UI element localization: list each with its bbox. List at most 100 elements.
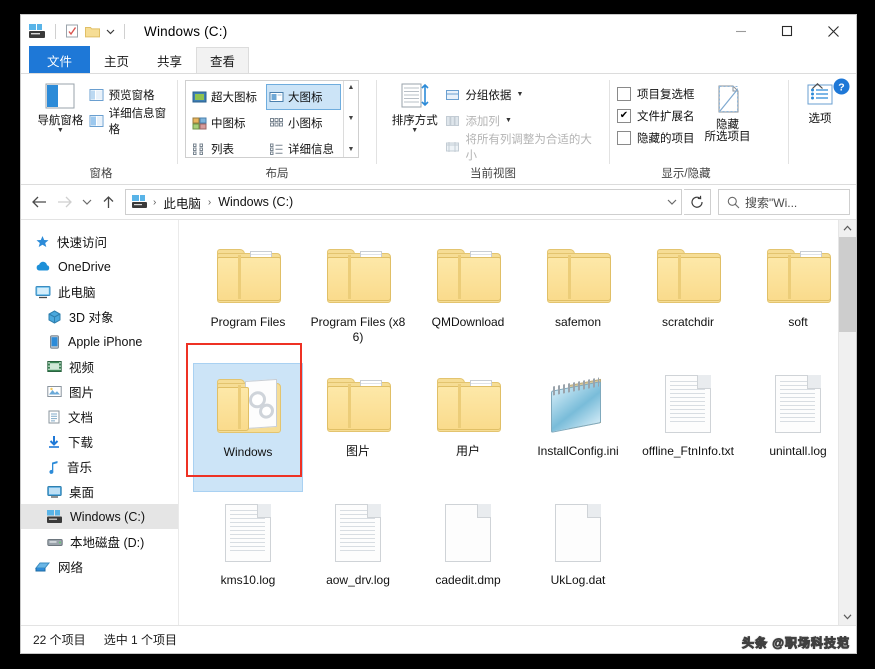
gallery-expand-icon[interactable]: ▼ [348,146,355,154]
file-extensions-checkbox[interactable]: ✔ [617,109,631,123]
sidebar-item-desktop[interactable]: 桌面 [21,479,178,504]
tab-file[interactable]: 文件 [29,46,91,73]
up-button[interactable] [96,189,121,215]
refresh-button[interactable] [684,189,711,215]
navigation-pane-caret-icon[interactable]: ▼ [57,127,64,134]
tab-home[interactable]: 主页 [90,47,143,73]
layout-small-icons[interactable]: 小图标 [266,110,341,136]
add-columns-button[interactable]: 添加列 ▼ [445,110,602,131]
group-by-caret-icon[interactable]: ▼ [516,91,523,98]
sidebar-item-quick-access[interactable]: 快速访问 [21,229,178,254]
breadcrumb[interactable]: › 此电脑 › Windows (C:) [125,189,682,215]
file-item-users-folder[interactable]: 用户 [413,363,523,492]
recent-locations-button[interactable] [77,189,96,215]
layout-details[interactable]: 详细信息 [266,136,341,162]
sidebar-item-apple-iphone[interactable]: Apple iPhone [21,329,178,354]
sidebar-item-this-pc[interactable]: 此电脑 [21,279,178,304]
options-group-label [789,167,851,184]
sidebar-item-downloads[interactable]: 下载 [21,429,178,454]
vertical-scrollbar[interactable] [838,220,856,625]
scroll-up-icon[interactable] [839,220,856,237]
breadcrumb-separator-1[interactable]: › [148,197,161,208]
file-item-program-files[interactable]: Program Files [193,234,303,363]
hide-selected-items-label-2: 所选项目 [704,131,751,143]
scroll-down-icon[interactable] [839,608,856,625]
sidebar-item-music[interactable]: 音乐 [21,454,178,479]
file-item-qmdownload[interactable]: QMDownload [413,234,523,363]
file-item-aow-drv-log[interactable]: aow_drv.log [303,492,413,621]
tab-share[interactable]: 共享 [143,47,196,73]
sidebar-item-videos[interactable]: 视频 [21,354,178,379]
gallery-scroll-down-icon[interactable]: ▼ [348,115,355,123]
file-item-soft[interactable]: soft [743,234,853,363]
sidebar-item-onedrive[interactable]: OneDrive [21,254,178,279]
properties-icon[interactable] [65,24,79,38]
sidebar-item-windows-c[interactable]: Windows (C:) [21,504,178,529]
layout-list[interactable]: 列表 [189,136,264,162]
file-item-pictures-folder[interactable]: 图片 [303,363,413,492]
hidden-items-checkbox[interactable] [617,131,631,145]
file-item-offline-ftninfo-txt[interactable]: offline_FtnInfo.txt [633,363,743,492]
maximize-button[interactable] [764,15,810,47]
hide-selected-items-button[interactable]: 隐藏 所选项目 [695,80,761,143]
file-item-uklog-dat[interactable]: UkLog.dat [523,492,633,621]
help-icon[interactable]: ? [833,78,850,95]
layout-small-icons-label: 小图标 [288,118,323,130]
file-item-safemon[interactable]: safemon [523,234,633,363]
gallery-scroll-up-icon[interactable]: ▲ [348,84,355,92]
customize-qat-caret-icon[interactable] [106,27,115,36]
sort-by-caret-icon[interactable]: ▼ [411,127,418,134]
layout-gallery-scroll[interactable]: ▲ ▼ ▼ [343,81,358,157]
preview-pane-button[interactable]: 预览窗格 [89,84,170,105]
folder-filled-icon [217,238,281,312]
ribbon-group-panes: 导航窗格 ▼ 预览窗格 详细信息窗格 窗格 [25,74,177,184]
minimize-button[interactable] [718,15,764,47]
file-list-area[interactable]: Program Files Program Files (x86) QMDown… [179,220,856,625]
layout-medium-icons[interactable]: 中图标 [189,110,264,136]
add-columns-caret-icon[interactable]: ▼ [505,117,512,124]
file-item-windows[interactable]: Windows [193,363,303,492]
back-button[interactable] [27,189,52,215]
explorer-icon[interactable] [29,23,46,39]
folder-filled-icon [767,238,831,312]
item-checkboxes-checkbox[interactable] [617,87,631,101]
forward-button[interactable] [52,189,77,215]
sort-by-button[interactable]: 排序方式 ▼ [384,80,445,134]
item-checkboxes-option[interactable]: 项目复选框 [617,86,695,102]
sidebar-item-local-disk-d[interactable]: 本地磁盘 (D:) [21,529,178,554]
file-item-kms10-log[interactable]: kms10.log [193,492,303,621]
scrollbar-thumb[interactable] [839,237,856,332]
file-item-installconfig-ini[interactable]: InstallConfig.ini [523,363,633,492]
search-box[interactable]: 搜索"Wi... [718,189,850,215]
file-extensions-option[interactable]: ✔ 文件扩展名 [617,108,695,124]
layout-extra-large-icons[interactable]: 超大图标 [189,84,264,110]
sidebar-item-network[interactable]: 网络 [21,554,178,579]
size-all-columns-button[interactable]: 将所有列调整为合适的大小 [445,134,602,162]
details-pane-button[interactable]: 详细信息窗格 [89,108,170,136]
breadcrumb-separator-2[interactable]: › [203,197,216,208]
layout-large-icons[interactable]: 大图标 [266,84,341,110]
close-button[interactable] [810,15,856,47]
file-item-cadedit-dmp[interactable]: cadedit.dmp [413,492,523,621]
collapse-ribbon-icon[interactable] [811,82,824,91]
sidebar-label-local-disk-d: 本地磁盘 (D:) [70,536,145,550]
tab-view[interactable]: 查看 [196,47,250,73]
options-label: 选项 [808,113,832,125]
group-by-label: 分组依据 [465,89,512,102]
scrollbar-track[interactable] [839,237,856,608]
file-item-unintall-log[interactable]: unintall.log [743,363,853,492]
search-input[interactable]: 搜索"Wi... [745,194,797,211]
sidebar-item-documents[interactable]: 文档 [21,404,178,429]
sidebar-item-pictures[interactable]: 图片 [21,379,178,404]
navigation-pane-button[interactable]: 导航窗格 ▼ [32,80,89,134]
hidden-items-option[interactable]: 隐藏的项目 [617,130,695,146]
file-item-program-files-x86[interactable]: Program Files (x86) [303,234,413,363]
breadcrumb-this-pc[interactable]: 此电脑 [161,193,203,212]
new-folder-icon[interactable] [85,25,100,38]
file-item-scratchdir[interactable]: scratchdir [633,234,743,363]
file-name: Program Files [210,315,286,329]
breadcrumb-windows-c[interactable]: Windows (C:) [216,195,295,209]
breadcrumb-dropdown-icon[interactable] [662,189,681,215]
group-by-button[interactable]: 分组依据 ▼ [445,84,602,105]
sidebar-item-3d-objects[interactable]: 3D 对象 [21,304,178,329]
